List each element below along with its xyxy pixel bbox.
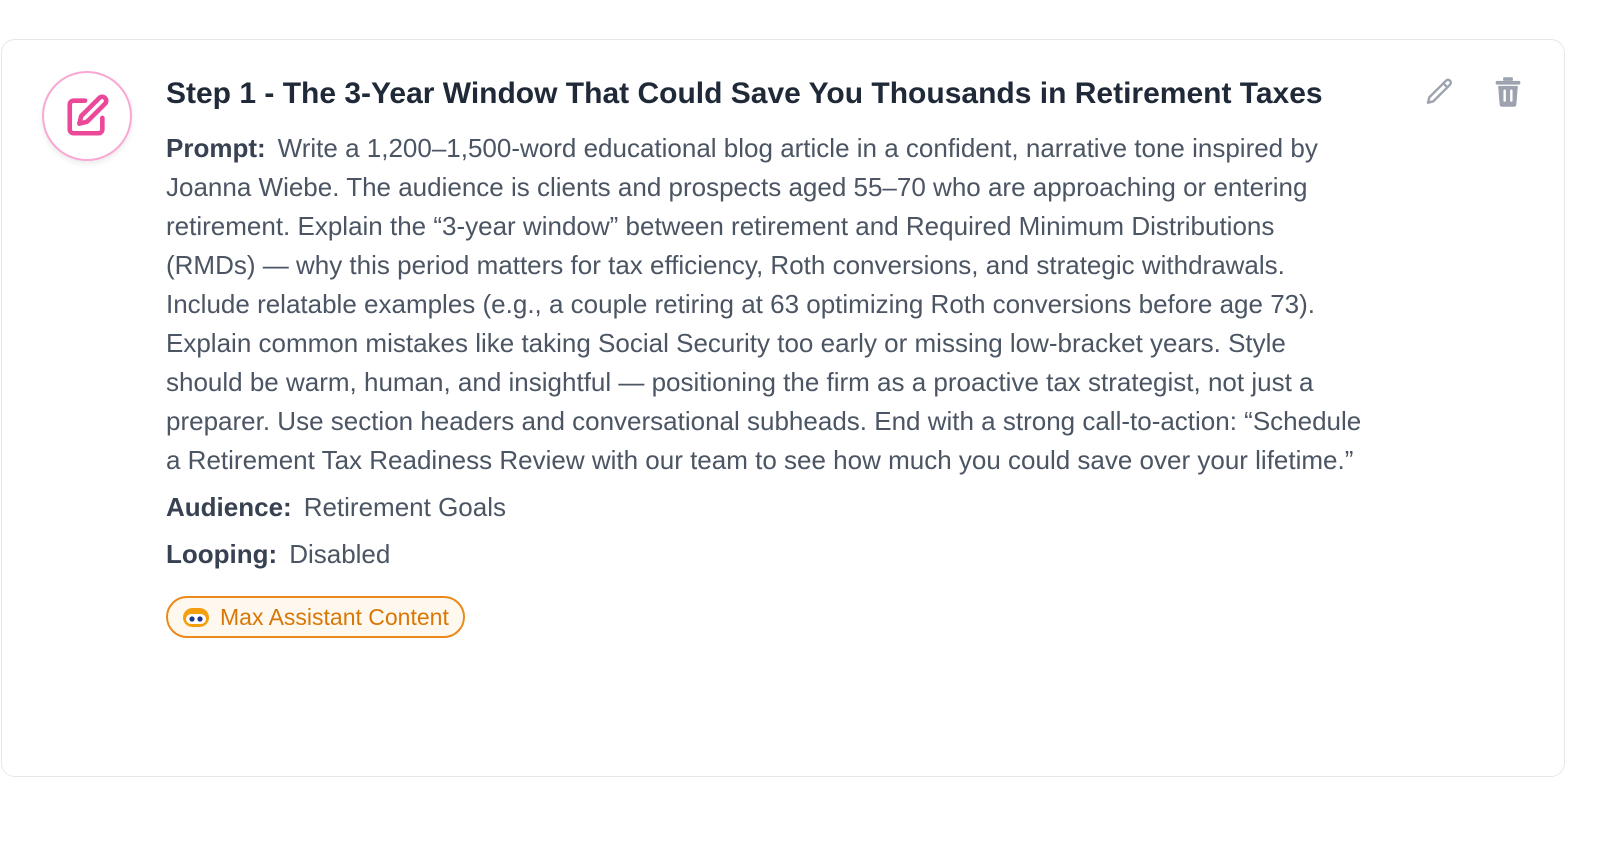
pencil-icon	[1426, 78, 1453, 104]
delete-step-button[interactable]	[1488, 72, 1528, 112]
badge-label: Max Assistant Content	[220, 603, 449, 630]
max-assistant-badge: Max Assistant Content	[166, 596, 465, 638]
edit-step-button[interactable]	[1420, 72, 1460, 112]
looping-label: Looping:	[166, 539, 278, 569]
looping-value: Disabled	[289, 539, 391, 569]
robot-icon	[183, 608, 209, 627]
looping-row: Looping: Disabled	[166, 535, 1366, 574]
step-card: Step 1 - The 3-Year Window That Could Sa…	[1, 39, 1565, 777]
audience-value: Retirement Goals	[303, 492, 506, 522]
prompt-text: Write a 1,200–1,500-word educational blo…	[166, 133, 1362, 475]
audience-label: Audience:	[166, 492, 292, 522]
trash-icon	[1495, 77, 1521, 107]
step-content: Step 1 - The 3-Year Window That Could Sa…	[166, 70, 1366, 638]
step-type-icon	[42, 71, 132, 161]
edit-note-icon	[67, 94, 109, 136]
prompt-row: Prompt: Write a 1,200–1,500-word educatio…	[166, 129, 1364, 480]
audience-row: Audience: Retirement Goals	[166, 488, 1366, 527]
step-title: Step 1 - The 3-Year Window That Could Sa…	[166, 77, 1323, 110]
prompt-label: Prompt:	[166, 133, 266, 163]
